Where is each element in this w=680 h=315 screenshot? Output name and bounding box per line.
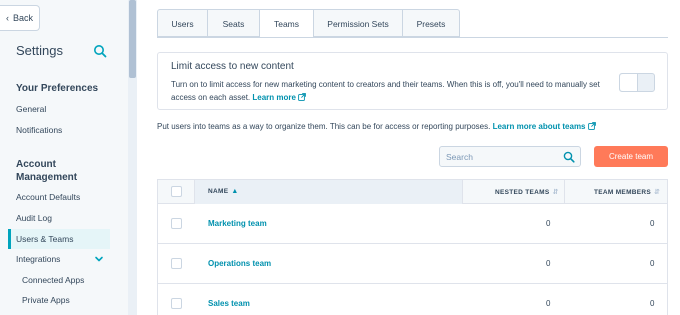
chevron-left-icon: ‹ [5, 13, 9, 23]
section-heading-account: Account Management [16, 159, 78, 183]
sidebar-item-users-teams[interactable]: Users & Teams [16, 234, 73, 244]
tab-permission-sets[interactable]: Permission Sets [314, 10, 403, 37]
sidebar-item-general[interactable]: General [16, 104, 46, 114]
card-title: Limit access to new content [171, 61, 294, 72]
tabs-divider [157, 37, 668, 38]
search-input[interactable] [446, 150, 556, 164]
sort-icon: ⇵ [552, 189, 559, 196]
column-nested-label: NESTED TEAMS [495, 189, 550, 196]
table-row: Operations team 0 0 [158, 244, 667, 284]
sort-icon: ⇵ [654, 189, 661, 196]
table-header: NAME ▲ NESTED TEAMS ⇵ TEAM MEMBERS ⇵ [158, 180, 667, 204]
toggle-knob [620, 74, 638, 91]
sidebar-item-audit-log[interactable]: Audit Log [16, 213, 52, 223]
table-row: Sales team 0 0 [158, 284, 667, 315]
learn-more-teams-label: Learn more about teams [492, 122, 586, 131]
external-link-icon [298, 93, 306, 101]
section-heading-preferences: Your Preferences [16, 83, 99, 94]
chevron-down-icon[interactable] [94, 254, 104, 264]
column-team-members[interactable]: TEAM MEMBERS ⇵ [594, 188, 660, 196]
tab-users[interactable]: Users [158, 10, 208, 37]
sidebar-item-private-apps[interactable]: Private Apps [22, 295, 70, 305]
back-label: Back [12, 13, 33, 23]
team-members-count: 0 [650, 219, 655, 228]
tab-seats[interactable]: Seats [208, 10, 260, 37]
nested-teams-count: 0 [546, 299, 551, 308]
select-all-checkbox[interactable] [171, 186, 182, 197]
sidebar-scroll-thumb[interactable] [129, 0, 136, 78]
team-name-link[interactable]: Marketing team [208, 219, 267, 228]
learn-more-label: Learn more [252, 93, 296, 102]
back-button[interactable]: ‹ Back [0, 5, 40, 31]
limit-access-card: Limit access to new content Turn on to l… [157, 52, 668, 110]
settings-sidebar: ‹ Back Settings Your Preferences General… [0, 0, 137, 315]
team-name-link[interactable]: Sales team [208, 299, 250, 308]
column-nested-teams[interactable]: NESTED TEAMS ⇵ [495, 188, 559, 196]
card-description-text: Turn on to limit access for new marketin… [171, 80, 600, 102]
team-name-link[interactable]: Operations team [208, 259, 271, 268]
row-checkbox[interactable] [171, 298, 182, 309]
column-name[interactable]: NAME ▲ [208, 188, 239, 195]
sidebar-title: Settings [16, 43, 63, 58]
app-root: ‹ Back Settings Your Preferences General… [0, 0, 680, 315]
sidebar-item-connected-apps[interactable]: Connected Apps [22, 275, 84, 285]
nested-teams-count: 0 [546, 259, 551, 268]
tab-presets[interactable]: Presets [403, 10, 459, 37]
teams-intro-text: Put users into teams as a way to organiz… [157, 122, 491, 131]
column-members-label: TEAM MEMBERS [594, 189, 652, 196]
column-divider [194, 180, 195, 204]
team-search [439, 146, 581, 167]
column-name-label: NAME [208, 188, 229, 195]
learn-more-link[interactable]: Learn more [252, 93, 306, 102]
team-members-count: 0 [650, 259, 655, 268]
sidebar-item-account-defaults[interactable]: Account Defaults [16, 192, 80, 202]
limit-access-toggle[interactable] [619, 73, 655, 92]
sidebar-item-notifications[interactable]: Notifications [16, 125, 62, 135]
sidebar-item-integrations[interactable]: Integrations [16, 254, 60, 264]
tab-bar: Users Seats Teams Permission Sets Preset… [157, 9, 460, 38]
external-link-icon [587, 122, 596, 130]
search-icon[interactable] [563, 151, 575, 163]
row-checkbox[interactable] [171, 218, 182, 229]
nested-teams-count: 0 [546, 219, 551, 228]
team-members-count: 0 [650, 299, 655, 308]
teams-table: NAME ▲ NESTED TEAMS ⇵ TEAM MEMBERS ⇵ Market… [157, 179, 668, 315]
row-checkbox[interactable] [171, 258, 182, 269]
column-divider [564, 180, 565, 204]
card-description: Turn on to limit access for new marketin… [171, 78, 616, 104]
search-icon[interactable] [93, 44, 107, 58]
tab-teams[interactable]: Teams [260, 10, 314, 38]
column-divider [462, 180, 463, 204]
table-row: Marketing team 0 0 [158, 204, 667, 244]
sort-ascending-icon: ▲ [231, 188, 239, 195]
teams-intro: Put users into teams as a way to organiz… [157, 122, 596, 131]
learn-more-teams-link[interactable]: Learn more about teams [493, 122, 596, 131]
create-team-button[interactable]: Create team [594, 146, 668, 167]
